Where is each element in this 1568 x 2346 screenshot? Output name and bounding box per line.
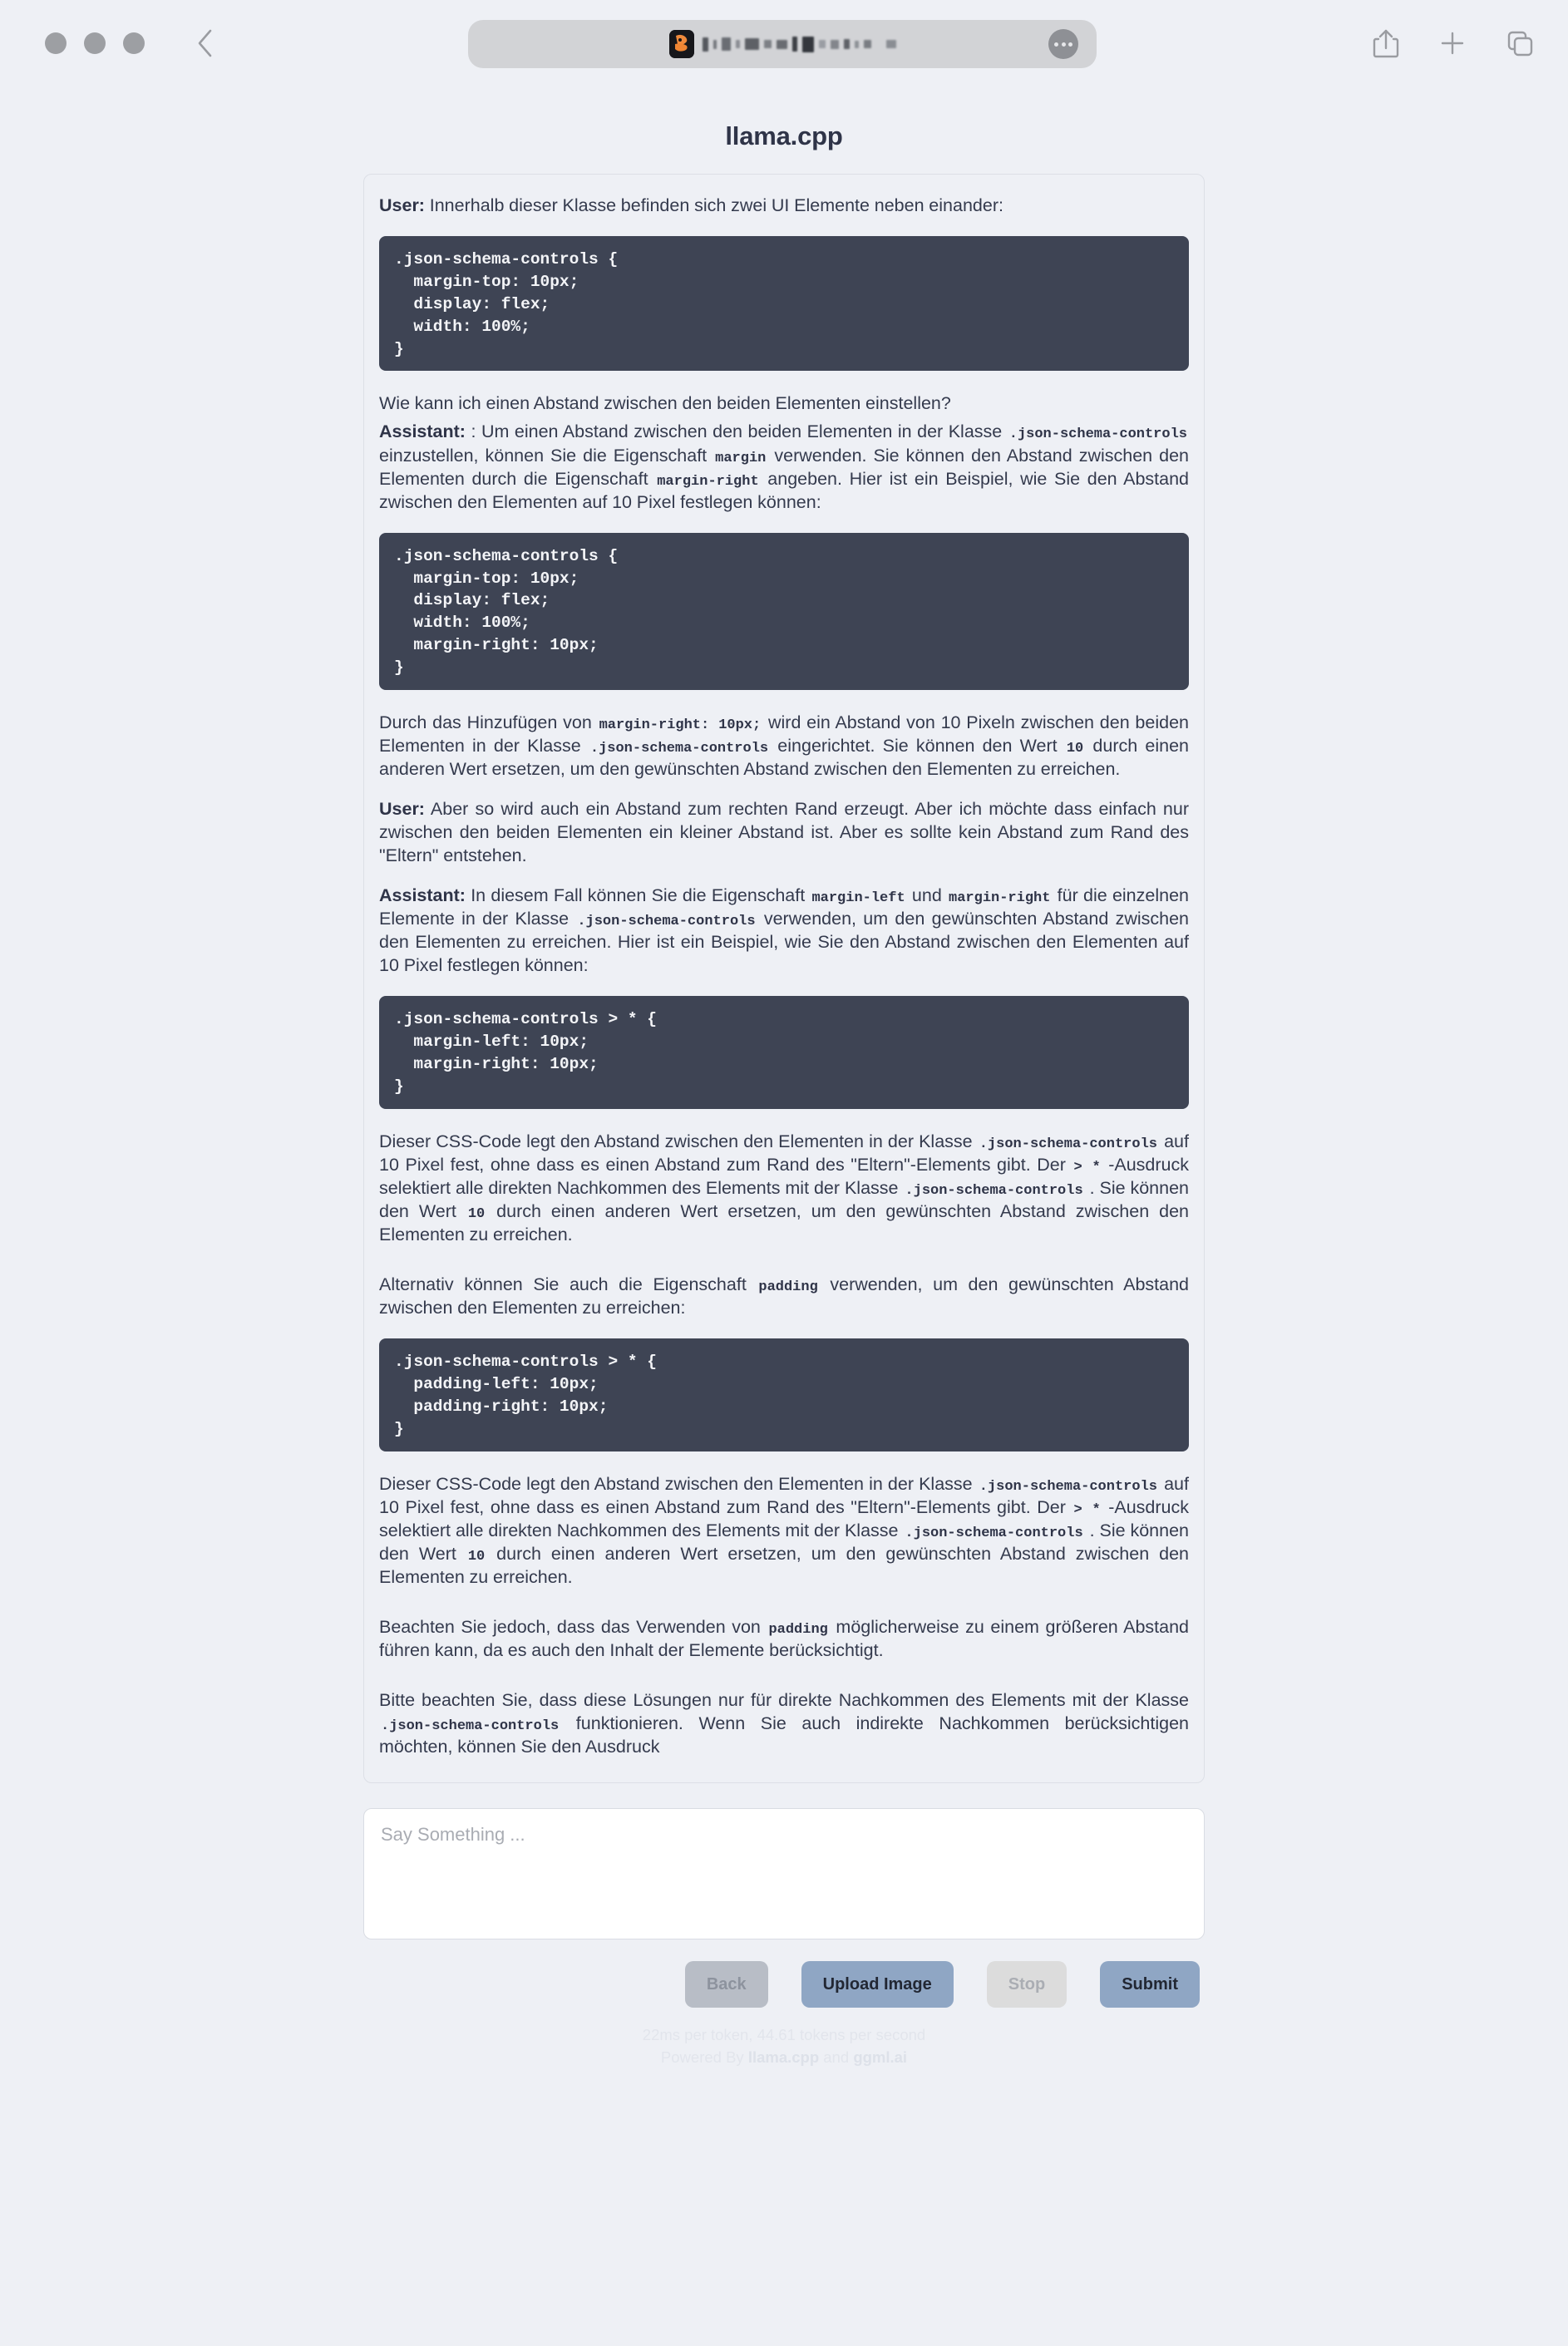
action-button-row: Back Upload Image Stop Submit bbox=[363, 1960, 1205, 2008]
message-input[interactable]: Say Something ... bbox=[363, 1807, 1205, 1939]
submit-button[interactable]: Submit bbox=[1100, 1960, 1200, 2008]
inline-code: .json-schema-controls bbox=[979, 1478, 1157, 1495]
chat-message-user-2: User: Aber so wird auch ein Abstand zum … bbox=[379, 798, 1189, 868]
chat-explanation-2: Dieser CSS-Code legt den Abstand zwische… bbox=[379, 1131, 1189, 1247]
chevron-left-icon bbox=[198, 29, 212, 57]
ellipsis-dot bbox=[1054, 42, 1058, 47]
inline-code: .json-schema-controls bbox=[1008, 426, 1187, 443]
chat-explanation-1: Durch das Hinzufügen von margin-right: 1… bbox=[379, 712, 1189, 781]
powered-by-mid: and bbox=[819, 2048, 854, 2066]
inline-code: margin-left bbox=[811, 890, 905, 906]
chat-note-padding: Beachten Sie jedoch, dass das Verwenden … bbox=[379, 1616, 1189, 1663]
page-menu-button[interactable] bbox=[1048, 29, 1078, 59]
back-button-action[interactable]: Back bbox=[684, 1960, 768, 2008]
tab-overview-icon[interactable] bbox=[1505, 28, 1535, 58]
inline-code: 10 bbox=[467, 1205, 486, 1222]
chat-message-assistant-1: Assistant: : Um einen Abstand zwischen d… bbox=[379, 421, 1189, 514]
inline-code: 10 bbox=[467, 1548, 486, 1565]
close-window-button[interactable] bbox=[45, 32, 67, 54]
message-text: Beachten Sie jedoch, dass das Verwenden … bbox=[379, 1616, 767, 1637]
inline-code: .json-schema-controls bbox=[905, 1182, 1083, 1199]
new-tab-icon[interactable] bbox=[1438, 29, 1467, 57]
inline-code: .json-schema-controls bbox=[589, 741, 769, 757]
message-role-label: Assistant: bbox=[379, 885, 466, 905]
message-text: und bbox=[906, 885, 948, 905]
page-title: llama.cpp bbox=[725, 121, 843, 150]
minimize-window-button[interactable] bbox=[84, 32, 106, 54]
back-button[interactable] bbox=[188, 27, 221, 60]
ggml-ai-link[interactable]: ggml.ai bbox=[853, 2048, 907, 2066]
share-icon[interactable] bbox=[1372, 27, 1400, 60]
chat-note-descendants: Bitte beachten Sie, dass diese Lösungen … bbox=[379, 1689, 1189, 1759]
ellipsis-dot bbox=[1061, 42, 1066, 47]
message-text: Dieser CSS-Code legt den Abstand zwische… bbox=[379, 1473, 978, 1494]
browser-toolbar bbox=[0, 0, 1568, 86]
message-text: Bitte beachten Sie, dass diese Lösungen … bbox=[379, 1690, 1189, 1710]
message-text: In diesem Fall können Sie die Eigenschaf… bbox=[465, 885, 811, 905]
window-traffic-lights bbox=[45, 32, 145, 54]
chat-message-user-1: User: Innerhalb dieser Klasse befinden s… bbox=[379, 195, 1189, 218]
url-text-redacted bbox=[702, 30, 896, 58]
message-text: Durch das Hinzufügen von bbox=[379, 712, 598, 733]
toolbar-actions bbox=[1372, 27, 1535, 60]
inline-code: padding bbox=[768, 1621, 828, 1638]
chat-message-assistant-2: Assistant: In diesem Fall können Sie die… bbox=[379, 885, 1189, 978]
message-role-label: Assistant: bbox=[379, 421, 466, 442]
powered-by-prefix: Powered By bbox=[660, 2048, 748, 2066]
chat-question-1: Wie kann ich einen Abstand zwischen den … bbox=[379, 393, 951, 414]
code-block-1: .json-schema-controls { margin-top: 10px… bbox=[379, 235, 1189, 372]
address-bar[interactable] bbox=[468, 20, 1097, 68]
footer: 22ms per token, 44.61 tokens per second … bbox=[0, 2024, 1568, 2069]
chat-alternative-note: Alternativ können Sie auch die Eigenscha… bbox=[379, 1274, 1189, 1320]
message-role-label: User: bbox=[379, 799, 425, 820]
inline-code: .json-schema-controls bbox=[381, 1718, 560, 1734]
message-text: durch einen anderen Wert ersetzen, um de… bbox=[379, 1200, 1190, 1245]
code-block-3: .json-schema-controls > * { margin-left:… bbox=[379, 996, 1189, 1109]
inline-code: > * bbox=[1073, 1159, 1101, 1175]
inline-code: margin bbox=[715, 450, 767, 466]
llama-cpp-link[interactable]: llama.cpp bbox=[748, 2048, 819, 2066]
code-block-2: .json-schema-controls { margin-top: 10px… bbox=[379, 532, 1189, 691]
chat-explanation-3: Dieser CSS-Code legt den Abstand zwische… bbox=[379, 1473, 1189, 1589]
message-text: : Um einen Abstand zwischen den beiden E… bbox=[465, 421, 1008, 442]
message-text: Innerhalb dieser Klasse befinden sich zw… bbox=[424, 195, 1003, 215]
address-bar-content bbox=[668, 30, 896, 58]
inline-code: > * bbox=[1073, 1501, 1101, 1518]
ellipsis-dot bbox=[1068, 42, 1072, 47]
inline-code: margin-right bbox=[657, 473, 759, 490]
message-role-label: User: bbox=[379, 195, 425, 215]
message-text: eingerichtet. Sie können den Wert bbox=[770, 736, 1065, 757]
powered-by-line: Powered By llama.cpp and ggml.ai bbox=[0, 2047, 1568, 2069]
message-text: Dieser CSS-Code legt den Abstand zwische… bbox=[379, 1131, 978, 1151]
message-text: durch einen anderen Wert ersetzen, um de… bbox=[379, 1543, 1190, 1588]
inline-code: margin-right: 10px; bbox=[599, 717, 762, 734]
chat-transcript-panel: User: Innerhalb dieser Klasse befinden s… bbox=[363, 174, 1205, 1783]
site-favicon-icon bbox=[668, 30, 694, 58]
stop-button[interactable]: Stop bbox=[986, 1960, 1068, 2008]
zoom-window-button[interactable] bbox=[123, 32, 145, 54]
inline-code: .json-schema-controls bbox=[979, 1136, 1157, 1152]
token-stats: 22ms per token, 44.61 tokens per second bbox=[642, 2025, 926, 2043]
inline-code: .json-schema-controls bbox=[905, 1525, 1083, 1541]
inline-code: 10 bbox=[1066, 741, 1084, 757]
message-text: einzustellen, können Sie die Eigenschaft bbox=[379, 445, 714, 466]
message-text: Alternativ können Sie auch die Eigenscha… bbox=[379, 1274, 757, 1294]
upload-image-button[interactable]: Upload Image bbox=[801, 1960, 954, 2008]
code-block-4: .json-schema-controls > * { padding-left… bbox=[379, 1338, 1189, 1451]
inline-code: padding bbox=[758, 1279, 818, 1295]
inline-code: margin-right bbox=[949, 890, 1051, 906]
message-text: Aber so wird auch ein Abstand zum rechte… bbox=[379, 799, 1189, 866]
inline-code: .json-schema-controls bbox=[577, 914, 756, 930]
